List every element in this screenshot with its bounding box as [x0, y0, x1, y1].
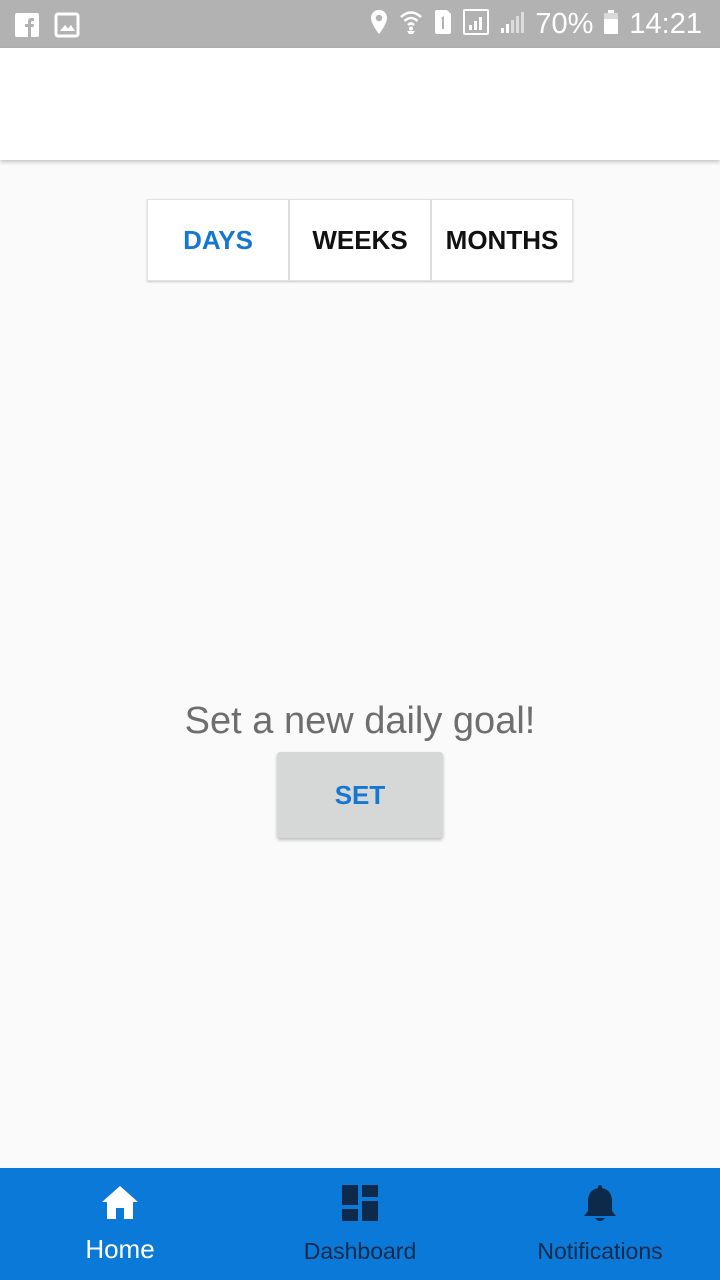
app-bar: Home	[0, 48, 720, 160]
set-goal-button[interactable]: SET	[277, 752, 443, 838]
tab-months[interactable]: MONTHS	[432, 199, 573, 281]
wifi-icon	[399, 9, 423, 40]
nav-item-home[interactable]: Home	[0, 1168, 240, 1280]
nav-item-notifications[interactable]: Notifications	[480, 1168, 720, 1280]
goal-prompt: Set a new daily goal!	[184, 700, 536, 742]
status-left-icons	[14, 12, 80, 43]
sim1-icon	[433, 9, 453, 40]
status-bar: 70% 14:21	[0, 0, 720, 48]
bottom-navigation: Home Dashboard Notifications	[0, 1168, 720, 1280]
battery-percent: 70%	[535, 7, 594, 40]
period-tabs: DAYS WEEKS MONTHS	[147, 199, 573, 281]
bell-icon	[582, 1184, 618, 1229]
nav-label-notifications: Notifications	[537, 1238, 663, 1264]
nav-label-home: Home	[85, 1234, 155, 1264]
facebook-icon	[14, 12, 40, 43]
battery-icon	[603, 9, 619, 40]
page-title: Home	[34, 86, 120, 122]
signal-weak-icon	[499, 9, 525, 40]
home-icon	[100, 1184, 140, 1227]
status-right-icons: 70% 14:21	[369, 0, 702, 48]
gallery-icon	[54, 12, 80, 43]
dashboard-icon	[341, 1184, 379, 1227]
tab-days[interactable]: DAYS	[147, 199, 290, 281]
location-icon	[369, 9, 389, 40]
nav-label-dashboard: Dashboard	[303, 1238, 417, 1264]
signal-icon	[463, 8, 490, 40]
clock: 14:21	[629, 7, 702, 40]
nav-item-dashboard[interactable]: Dashboard	[240, 1168, 480, 1280]
tab-weeks[interactable]: WEEKS	[290, 199, 432, 281]
